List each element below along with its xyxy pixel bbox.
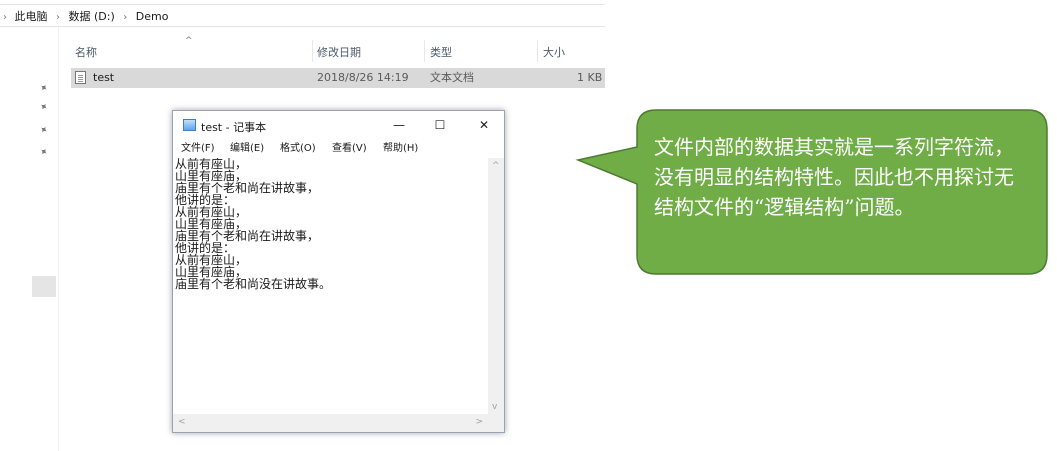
file-row[interactable]: test 2018/8/26 14:19 文本文档 1 KB [71,68,605,88]
chevron-right-icon[interactable]: › [56,9,60,27]
navigation-pane: ✦ ✦ ✦ ✦ [0,27,59,451]
menu-format[interactable]: 格式(O) [280,140,316,158]
column-modified[interactable]: 修改日期 [317,44,361,60]
notepad-menubar: 文件(F) 编辑(E) 格式(O) 查看(V) 帮助(H) [173,140,504,158]
file-type: 文本文档 [430,71,474,84]
minimize-button[interactable]: — [384,115,414,135]
maximize-button[interactable]: ☐ [425,115,455,135]
pin-icon[interactable]: ✦ [37,82,50,96]
notepad-window[interactable]: test - 记事本 — ☐ ✕ 文件(F) 编辑(E) 格式(O) 查看(V)… [172,110,505,433]
menu-file[interactable]: 文件(F) [181,140,215,158]
pin-icon[interactable]: ✦ [37,124,50,138]
column-size[interactable]: 大小 [543,44,565,60]
scroll-down-icon[interactable]: v [492,402,497,412]
column-header: ^ 名称 修改日期 类型 大小 [58,36,605,62]
text-file-icon [75,71,86,84]
breadcrumb-item-demo[interactable]: Demo [136,8,169,26]
vertical-scrollbar[interactable]: ^ v [488,158,504,414]
file-modified: 2018/8/26 14:19 [317,71,409,84]
callout-bubble: 文件内部的数据其实就是一系列字符流，没有明显的结构特性。因此也不用探讨无结构文件… [574,108,1049,278]
column-divider[interactable] [424,40,425,62]
notepad-icon [183,119,196,131]
breadcrumb[interactable]: › 此电脑 › 数据 (D:) › Demo [0,8,605,27]
menu-help[interactable]: 帮助(H) [383,140,418,158]
scroll-up-icon[interactable]: ^ [492,161,500,171]
nav-item-placeholder[interactable] [32,276,56,297]
notepad-titlebar[interactable]: test - 记事本 — ☐ ✕ [173,111,504,140]
menu-view[interactable]: 查看(V) [332,140,367,158]
pin-icon[interactable]: ✦ [37,101,50,115]
menu-edit[interactable]: 编辑(E) [230,140,264,158]
callout-text: 文件内部的数据其实就是一系列字符流，没有明显的结构特性。因此也不用探讨无结构文件… [654,135,1014,219]
notepad-title: test - 记事本 [201,121,267,134]
column-name[interactable]: 名称 [75,44,97,60]
column-divider[interactable] [537,40,538,62]
file-size: 1 KB [577,71,603,84]
file-name: test [93,71,115,84]
resize-grip[interactable] [488,414,504,432]
horizontal-scrollbar[interactable]: < > [173,414,488,432]
chevron-right-icon[interactable]: › [123,9,127,27]
notepad-text-area[interactable]: 从前有座山， 山里有座庙， 庙里有个老和尚在讲故事， 他讲的是： 从前有座山， … [173,158,488,414]
breadcrumb-item-drive[interactable]: 数据 (D:) [69,8,115,26]
breadcrumb-item-this-pc[interactable]: 此电脑 [15,8,48,26]
ribbon-edge [0,0,605,5]
column-type[interactable]: 类型 [430,44,452,60]
chevron-right-icon[interactable]: › [3,9,7,27]
text-line: 庙里有个老和尚没在讲故事。 [175,277,332,291]
column-divider[interactable] [312,40,313,62]
scroll-left-icon[interactable]: < [178,417,186,427]
pin-icon[interactable]: ✦ [37,146,50,160]
sort-ascending-icon: ^ [185,36,193,46]
close-button[interactable]: ✕ [469,115,499,135]
scroll-right-icon[interactable]: > [475,417,483,427]
